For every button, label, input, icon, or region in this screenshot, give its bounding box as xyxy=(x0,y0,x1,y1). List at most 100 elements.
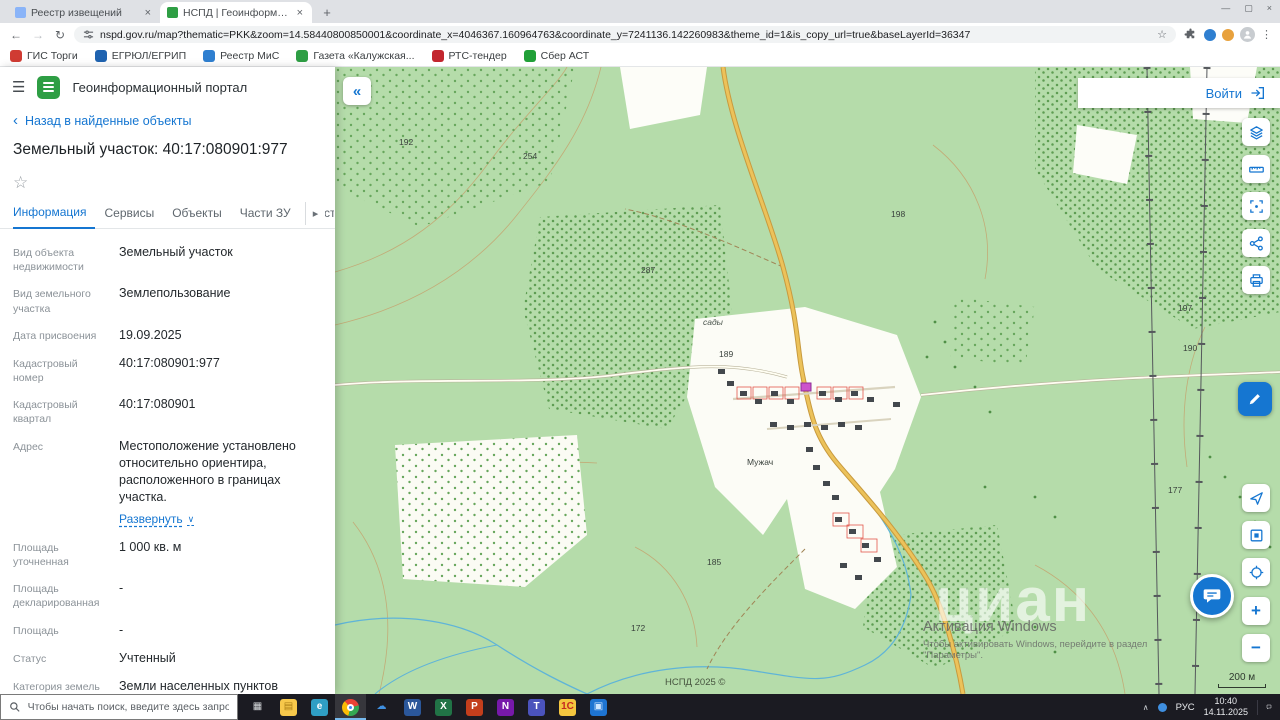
bookmark-label: Сбер АСТ xyxy=(540,50,590,62)
bookmark-item[interactable]: ЕГРЮЛ/ЕГРИП xyxy=(94,50,187,62)
tab-title: НСПД | Геоинформационный п xyxy=(183,6,290,19)
browser-tab-registry[interactable]: Реестр извещений × xyxy=(8,2,160,23)
taskbar-icon-chrome[interactable] xyxy=(335,694,366,720)
taskbar-icon-onedrive[interactable]: ☁ xyxy=(366,694,397,720)
onenote-icon: N xyxy=(497,698,514,716)
taskbar-icon-excel[interactable]: X xyxy=(428,694,459,720)
zoom-in-button[interactable]: + xyxy=(1242,597,1270,625)
attribute-row: Категория земель Земли населенных пункто… xyxy=(13,679,278,694)
login-icon[interactable] xyxy=(1250,85,1266,101)
browser-tab-nspd[interactable]: НСПД | Геоинформационный п × xyxy=(160,2,312,23)
map-label: 172 xyxy=(631,623,646,633)
chevron-down-icon: ∨ xyxy=(187,513,195,524)
map-canvas[interactable]: 192 254 287 198 189 сады Мужач 197 190 177 185 172 … xyxy=(335,67,1280,694)
tab-close-icon[interactable]: × xyxy=(295,7,305,19)
tab-parts[interactable]: Части ЗУ xyxy=(231,206,300,228)
minimize-icon[interactable]: — xyxy=(1221,3,1230,14)
hamburger-menu-icon[interactable]: ☰ xyxy=(12,78,25,96)
layers-button[interactable] xyxy=(1242,118,1270,146)
select-area-button[interactable] xyxy=(1242,192,1270,220)
tab-information[interactable]: Информация xyxy=(13,205,96,229)
action-center-icon[interactable] xyxy=(1257,699,1272,715)
browser-tabstrip: Реестр извещений × НСПД | Геоинформацион… xyxy=(0,0,1280,23)
windows-activation-title: Активация Windows xyxy=(923,619,1057,635)
system-tray: ∧ РУС 10:40 14.11.2025 xyxy=(1135,696,1280,718)
pinned-extension-icon[interactable] xyxy=(1204,28,1216,41)
taskbar-icons: ▦ ▤ e ☁ W X P N T 1С ▣ xyxy=(242,694,614,720)
taskbar-icon-powerpoint[interactable]: P xyxy=(459,694,490,720)
my-location-button[interactable] xyxy=(1242,558,1270,586)
taskbar-search[interactable]: Чтобы начать поиск, введите здесь запрос xyxy=(0,694,238,720)
browser-menu-icon[interactable]: ⋮ xyxy=(1261,28,1272,41)
map-copyright: НСПД 2025 © xyxy=(665,677,726,688)
locate-cursor-button[interactable] xyxy=(1242,484,1270,512)
tab-services[interactable]: Сервисы xyxy=(95,206,163,228)
favorite-star-icon[interactable]: ☆ xyxy=(13,173,31,193)
object-info-panel: ☰ Геоинформационный портал ‹ Назад в най… xyxy=(0,67,335,694)
collapse-panel-button[interactable]: « xyxy=(343,77,371,105)
tab-close-icon[interactable]: × xyxy=(143,7,153,19)
tray-expand-icon[interactable]: ∧ xyxy=(1143,703,1149,712)
new-tab-button[interactable]: + xyxy=(318,3,336,21)
address-bar[interactable]: nspd.gov.ru/map?thematic=PKK&zoom=14.584… xyxy=(74,26,1176,43)
maximize-icon[interactable]: ▢ xyxy=(1244,3,1253,14)
close-icon[interactable]: × xyxy=(1267,3,1272,14)
map-label: Мужач xyxy=(747,457,774,467)
bookmark-favicon xyxy=(203,50,216,62)
bookmark-favicon xyxy=(94,50,107,62)
taskbar-icon-word[interactable]: W xyxy=(397,694,428,720)
bookmark-item[interactable]: Газета «Калужская... xyxy=(296,50,415,62)
expand-address-link[interactable]: Развернуть ∨ xyxy=(119,511,194,528)
reload-icon[interactable]: ↻ xyxy=(52,28,68,42)
draw-tool-button[interactable] xyxy=(1238,382,1272,416)
taskbar-icon-teams[interactable]: T xyxy=(521,694,552,720)
word-icon: W xyxy=(404,698,421,716)
bookmark-item[interactable]: Сбер АСТ xyxy=(523,50,590,62)
tab-objects[interactable]: Объекты xyxy=(163,206,231,228)
forward-icon[interactable]: → xyxy=(30,28,46,42)
login-button[interactable]: Войти xyxy=(1206,86,1242,101)
bookmark-label: ЕГРЮЛ/ЕГРИП xyxy=(111,50,187,62)
clock[interactable]: 10:40 14.11.2025 xyxy=(1204,696,1248,718)
windows-taskbar: Чтобы начать поиск, введите здесь запрос… xyxy=(0,694,1280,720)
taskbar-icon-onenote[interactable]: N xyxy=(490,694,521,720)
extensions-puzzle-icon[interactable] xyxy=(1182,27,1198,43)
windows-activation-subtitle: Чтобы активировать Windows, перейдите в … xyxy=(923,639,1148,661)
pinned-extension-icon[interactable] xyxy=(1222,28,1234,41)
site-settings-icon[interactable] xyxy=(83,29,94,40)
bookmark-favicon xyxy=(296,50,309,62)
address-value: Местоположение установлено относительно … xyxy=(119,438,296,505)
extent-frame-button[interactable] xyxy=(1242,521,1270,549)
share-button[interactable] xyxy=(1242,229,1270,257)
selected-parcel[interactable] xyxy=(800,382,812,392)
back-icon[interactable]: ← xyxy=(8,28,24,42)
print-button[interactable] xyxy=(1242,266,1270,294)
bookmark-item[interactable]: ГИС Торги xyxy=(10,50,78,62)
tabs-scroll-right-icon[interactable]: ▸ xyxy=(305,202,325,225)
support-chat-button[interactable] xyxy=(1190,574,1234,618)
task-view-icon: ▦ xyxy=(252,701,263,712)
tab-favicon xyxy=(167,7,178,18)
bookmark-item[interactable]: РТС-тендер xyxy=(431,50,507,62)
browser-toolbar: ← → ↻ nspd.gov.ru/map?thematic=PKK&zoom=… xyxy=(0,23,1280,46)
taskbar-icon-explorer[interactable]: ▤ xyxy=(273,694,304,720)
profile-avatar[interactable] xyxy=(1240,27,1255,42)
map-label: 198 xyxy=(891,209,906,219)
map-label: 287 xyxy=(641,265,656,275)
taskbar-icon-task-view[interactable]: ▦ xyxy=(242,694,273,720)
taskbar-icon-photos[interactable]: ▣ xyxy=(583,694,614,720)
bookmark-item[interactable]: Реестр МиС xyxy=(203,50,279,62)
measure-ruler-button[interactable] xyxy=(1242,155,1270,183)
map-label: 254 xyxy=(523,151,538,161)
search-placeholder: Чтобы начать поиск, введите здесь запрос xyxy=(27,701,229,713)
taskbar-icon-edge[interactable]: e xyxy=(304,694,335,720)
language-indicator[interactable]: РУС xyxy=(1176,702,1195,713)
network-icon[interactable] xyxy=(1157,702,1167,712)
taskbar-icon-1c[interactable]: 1С xyxy=(552,694,583,720)
back-to-results-link[interactable]: ‹ Назад в найденные объекты xyxy=(0,107,335,134)
tray-date: 14.11.2025 xyxy=(1203,707,1248,717)
explorer-icon: ▤ xyxy=(280,698,297,716)
bookmark-star-icon[interactable]: ☆ xyxy=(1157,28,1167,41)
screen: Реестр извещений × НСПД | Геоинформацион… xyxy=(0,0,1280,720)
zoom-out-button[interactable]: − xyxy=(1242,634,1270,662)
